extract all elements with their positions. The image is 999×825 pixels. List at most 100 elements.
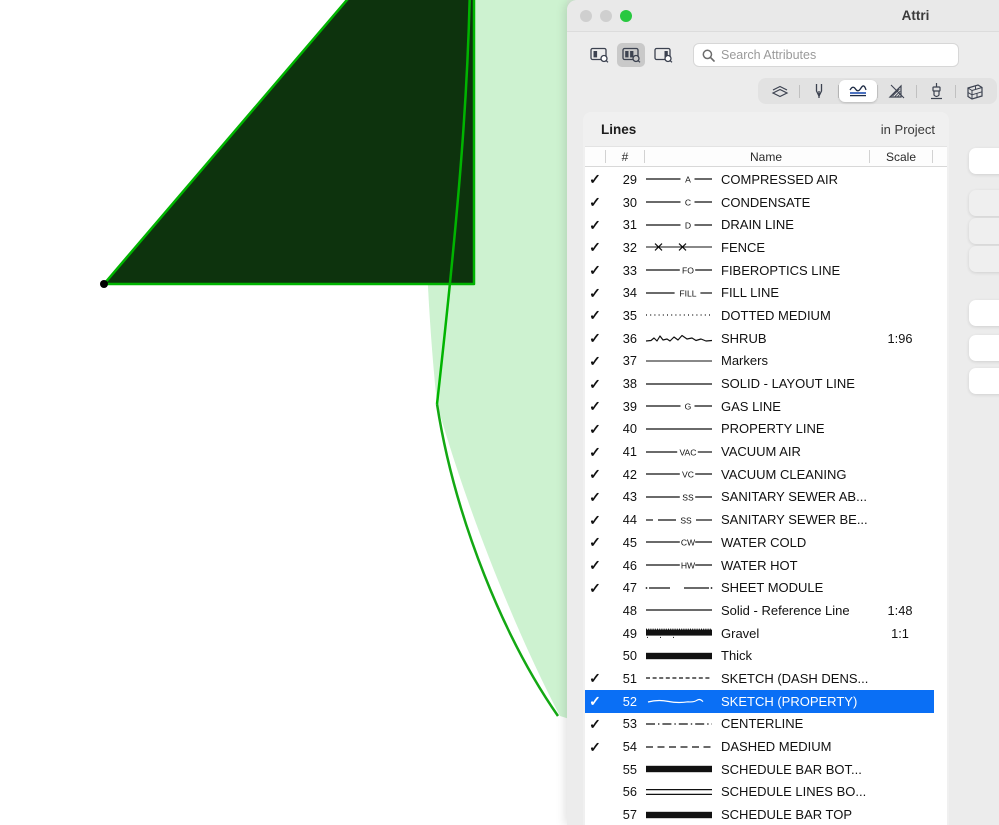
layers-tab[interactable] [761, 80, 799, 102]
row-checkbox[interactable]: ✓ [585, 308, 605, 322]
table-row[interactable]: ✓ 42 VC VACUUM CLEANING [585, 463, 947, 486]
row-line-style[interactable]: CW [643, 534, 715, 550]
row-checkbox[interactable]: ✓ [585, 263, 605, 277]
row-line-style[interactable] [643, 761, 715, 777]
row-checkbox[interactable]: ✓ [585, 694, 605, 708]
table-row[interactable]: ✓ 33 FO FIBEROPTICS LINE [585, 259, 947, 282]
row-line-style[interactable] [643, 602, 715, 618]
table-row[interactable]: ✓ 53 CENTERLINE [585, 713, 947, 736]
row-line-style[interactable] [643, 739, 715, 755]
table-row[interactable]: 49 Gravel 1:1 [585, 622, 947, 645]
card-1[interactable] [969, 148, 999, 174]
row-checkbox[interactable]: ✓ [585, 399, 605, 413]
table-row[interactable]: 50 Thick [585, 644, 947, 667]
column-scale[interactable]: Scale [870, 150, 932, 164]
card-2[interactable] [969, 190, 999, 216]
card-3[interactable] [969, 218, 999, 244]
hatch-tab[interactable] [878, 80, 916, 102]
row-line-style[interactable] [643, 239, 715, 255]
row-line-style[interactable]: HW [643, 557, 715, 573]
search-input[interactable] [721, 48, 950, 62]
row-line-style[interactable]: FILL [643, 285, 715, 301]
pen-tab[interactable] [800, 80, 838, 102]
row-line-style[interactable] [643, 784, 715, 800]
row-checkbox[interactable]: ✓ [585, 218, 605, 232]
table-row[interactable]: ✓ 44 SS SANITARY SEWER BE... [585, 508, 947, 531]
card-7[interactable] [969, 368, 999, 394]
row-line-style[interactable] [643, 330, 715, 346]
row-line-style[interactable]: D [643, 217, 715, 233]
brush-tab[interactable] [917, 80, 955, 102]
table-row[interactable]: 48 Solid - Reference Line 1:48 [585, 599, 947, 622]
window-titlebar[interactable]: Attri [567, 0, 999, 32]
table-row[interactable]: ✓ 38 SOLID - LAYOUT LINE [585, 372, 947, 395]
row-line-style[interactable]: VAC [643, 444, 715, 460]
list-scrollbar[interactable] [934, 168, 947, 825]
row-checkbox[interactable]: ✓ [585, 354, 605, 368]
table-row[interactable]: ✓ 40 PROPERTY LINE [585, 418, 947, 441]
card-4[interactable] [969, 246, 999, 272]
table-row[interactable]: ✓ 34 FILL FILL LINE [585, 281, 947, 304]
column-name[interactable]: Name [645, 150, 869, 164]
table-row[interactable]: 56 SCHEDULE LINES BO... [585, 781, 947, 804]
row-line-style[interactable] [643, 376, 715, 392]
table-row[interactable]: ✓ 31 D DRAIN LINE [585, 213, 947, 236]
row-line-style[interactable] [643, 625, 715, 641]
row-line-style[interactable]: G [643, 398, 715, 414]
row-checkbox[interactable]: ✓ [585, 240, 605, 254]
row-checkbox[interactable]: ✓ [585, 172, 605, 186]
table-row[interactable]: ✓ 54 DASHED MEDIUM [585, 735, 947, 758]
table-row[interactable]: ✓ 35 DOTTED MEDIUM [585, 304, 947, 327]
table-row[interactable]: 55 SCHEDULE BAR BOT... [585, 758, 947, 781]
table-row[interactable]: ✓ 36 SHRUB 1:96 [585, 327, 947, 350]
row-checkbox[interactable]: ✓ [585, 740, 605, 754]
row-checkbox[interactable]: ✓ [585, 558, 605, 572]
card-6[interactable] [969, 335, 999, 361]
row-line-style[interactable]: SS [643, 489, 715, 505]
row-line-style[interactable] [643, 421, 715, 437]
card-5[interactable] [969, 300, 999, 326]
row-checkbox[interactable]: ✓ [585, 535, 605, 549]
table-row[interactable]: ✓ 30 C CONDENSATE [585, 191, 947, 214]
table-row[interactable]: ✓ 51 SKETCH (DASH DENS... [585, 667, 947, 690]
row-line-style[interactable] [643, 693, 715, 709]
row-line-style[interactable]: VC [643, 466, 715, 482]
table-row[interactable]: ✓ 52 SKETCH (PROPERTY) [585, 689, 947, 713]
table-row[interactable]: ✓ 45 CW WATER COLD [585, 531, 947, 554]
split-view-icon[interactable] [617, 43, 645, 67]
table-row[interactable]: ✓ 32 FENCE [585, 236, 947, 259]
row-line-style[interactable] [643, 580, 715, 596]
row-line-style[interactable] [643, 807, 715, 823]
row-checkbox[interactable]: ✓ [585, 195, 605, 209]
row-line-style[interactable] [643, 716, 715, 732]
column-number[interactable]: # [606, 150, 644, 164]
row-line-style[interactable]: SS [643, 512, 715, 528]
row-line-style[interactable] [643, 307, 715, 323]
table-row[interactable]: ✓ 29 A COMPRESSED AIR [585, 168, 947, 191]
row-line-style[interactable]: A [643, 171, 715, 187]
row-line-style[interactable]: FO [643, 262, 715, 278]
row-checkbox[interactable]: ✓ [585, 513, 605, 527]
row-checkbox[interactable]: ✓ [585, 717, 605, 731]
table-row[interactable]: ✓ 43 SS SANITARY SEWER AB... [585, 486, 947, 509]
table-row[interactable]: 57 SCHEDULE BAR TOP [585, 803, 947, 825]
table-row[interactable]: ✓ 37 Markers [585, 350, 947, 373]
table-row[interactable]: ✓ 46 HW WATER HOT [585, 554, 947, 577]
row-line-style[interactable] [643, 648, 715, 664]
detail-only-view-icon[interactable] [649, 43, 677, 67]
row-checkbox[interactable]: ✓ [585, 445, 605, 459]
row-line-style[interactable] [643, 670, 715, 686]
search-attributes-box[interactable] [693, 43, 959, 67]
row-line-style[interactable]: C [643, 194, 715, 210]
table-row[interactable]: ✓ 41 VAC VACUUM AIR [585, 440, 947, 463]
row-checkbox[interactable]: ✓ [585, 286, 605, 300]
table-row[interactable]: ✓ 39 G GAS LINE [585, 395, 947, 418]
row-checkbox[interactable]: ✓ [585, 581, 605, 595]
row-checkbox[interactable]: ✓ [585, 331, 605, 345]
sidebar-only-view-icon[interactable] [585, 43, 613, 67]
lines-tab[interactable] [839, 80, 877, 102]
row-checkbox[interactable]: ✓ [585, 490, 605, 504]
row-checkbox[interactable]: ✓ [585, 671, 605, 685]
row-checkbox[interactable]: ✓ [585, 467, 605, 481]
table-row[interactable]: ✓ 47 SHEET MODULE [585, 576, 947, 599]
